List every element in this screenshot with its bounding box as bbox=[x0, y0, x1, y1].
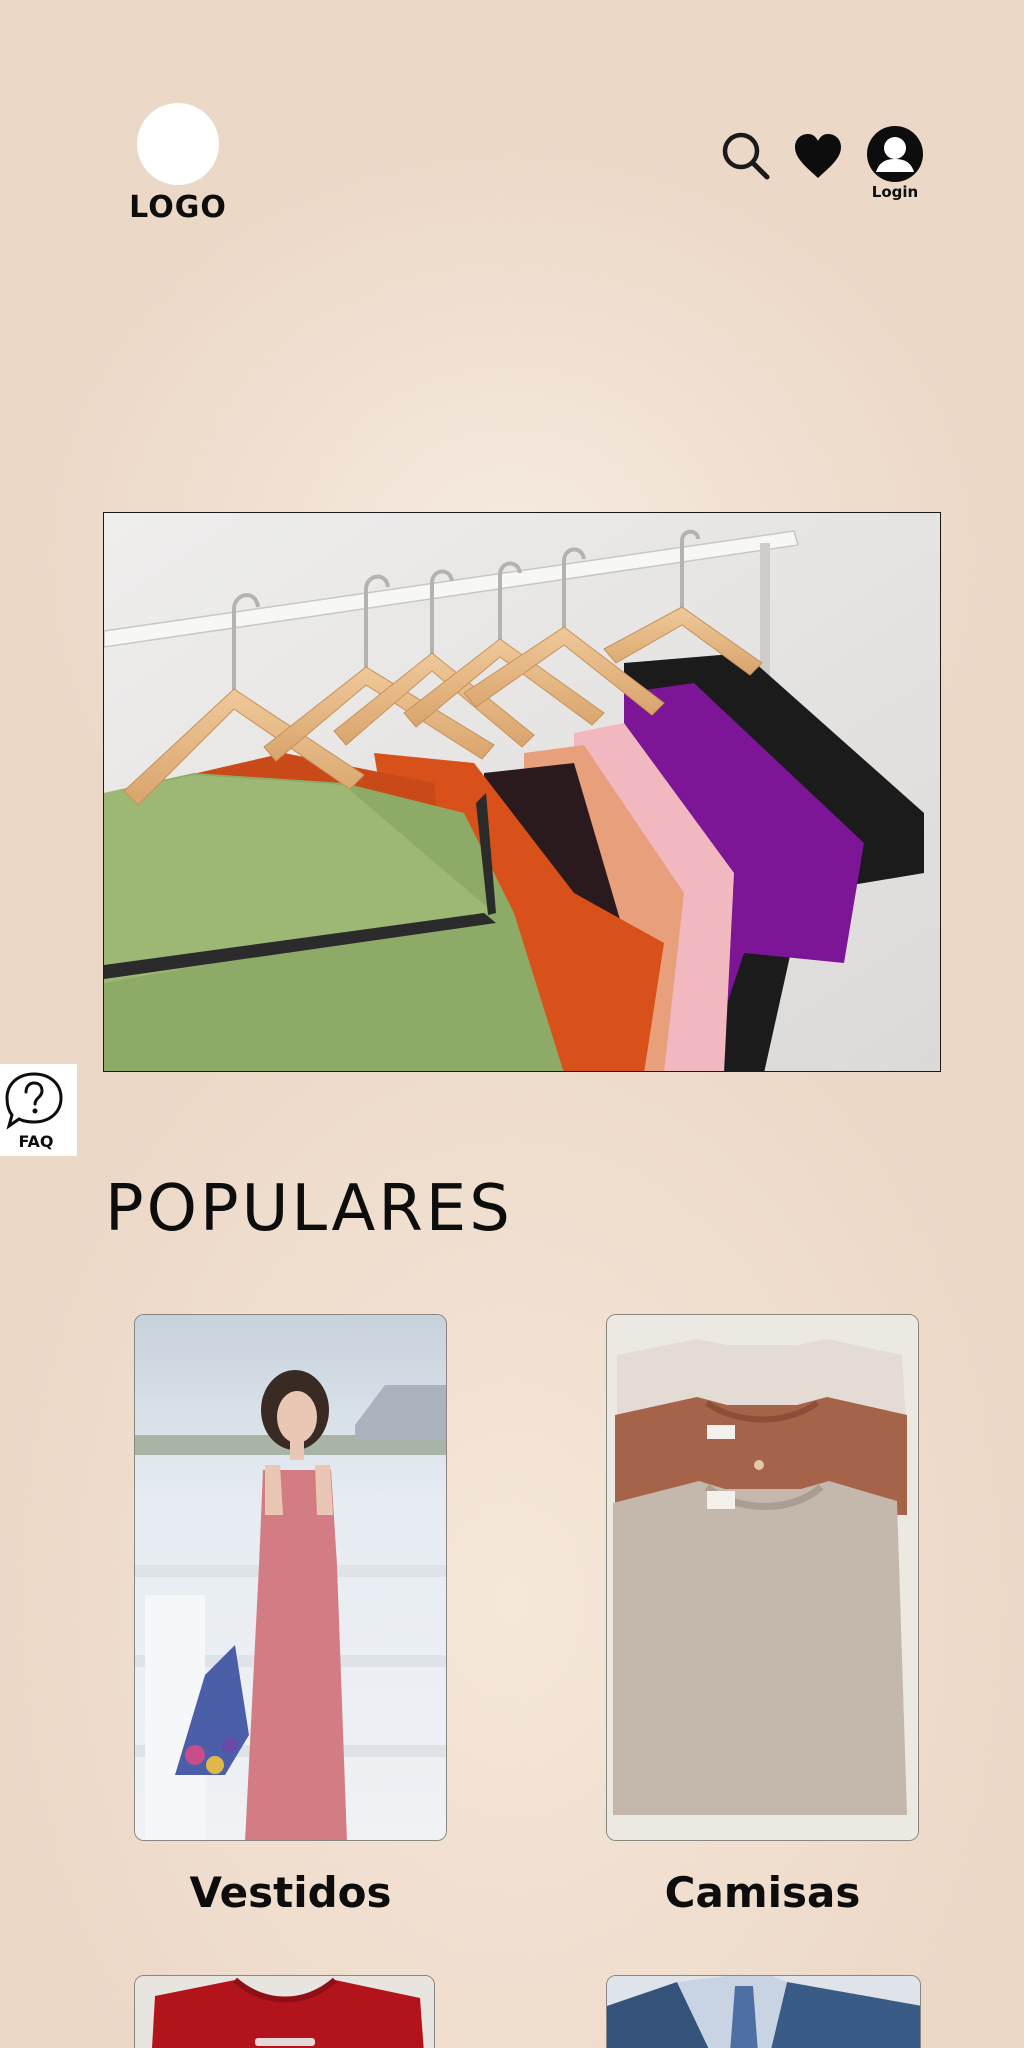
product-card-vestidos[interactable] bbox=[134, 1314, 447, 1841]
search-icon[interactable] bbox=[720, 130, 772, 182]
folded-shirts-photo bbox=[607, 1315, 918, 1840]
section-title: POPULARES bbox=[105, 1172, 513, 1246]
hero-image bbox=[103, 512, 941, 1072]
logo-text[interactable]: LOGO bbox=[120, 190, 236, 225]
user-icon[interactable] bbox=[867, 126, 923, 182]
woman-pink-dress-photo bbox=[135, 1315, 446, 1840]
red-tshirt-photo bbox=[135, 1976, 434, 2048]
product-label-vestidos[interactable]: Vestidos bbox=[134, 1868, 447, 1917]
product-card-3[interactable] bbox=[134, 1975, 435, 2048]
product-card-camisas[interactable] bbox=[606, 1314, 919, 1841]
heart-icon[interactable] bbox=[793, 132, 843, 180]
question-bubble-icon[interactable] bbox=[4, 1070, 64, 1130]
login-button[interactable]: Login bbox=[860, 126, 930, 206]
blue-suit-photo bbox=[607, 1976, 920, 2048]
faq-button[interactable]: FAQ bbox=[0, 1064, 77, 1156]
product-label-camisas[interactable]: Camisas bbox=[606, 1868, 919, 1917]
logo-mark[interactable] bbox=[137, 103, 219, 185]
product-card-4[interactable] bbox=[606, 1975, 921, 2048]
faq-label[interactable]: FAQ bbox=[0, 1132, 72, 1151]
login-label[interactable]: Login bbox=[860, 183, 930, 201]
